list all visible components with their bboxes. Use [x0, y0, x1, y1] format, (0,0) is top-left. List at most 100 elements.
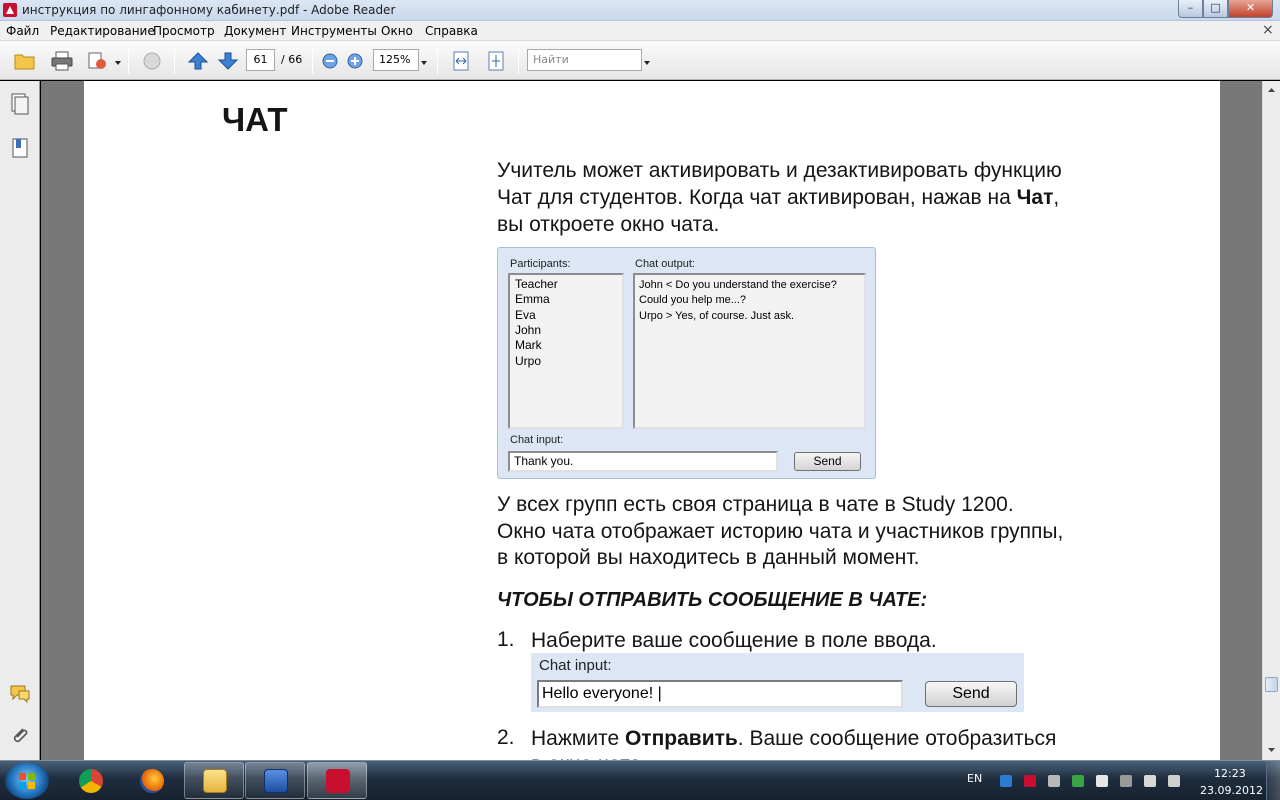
window-title: инструкция по лингафонному кабинету.pdf …: [22, 3, 396, 17]
tray-icon[interactable]: [1048, 775, 1060, 787]
chevron-down-icon[interactable]: [421, 61, 427, 65]
chat-input-field: Hello everyone! |: [537, 680, 903, 708]
menu-window[interactable]: Окно: [381, 24, 413, 38]
previous-page-icon[interactable]: [187, 51, 209, 71]
title-bar: инструкция по лингафонному кабинету.pdf …: [0, 0, 1280, 21]
pages-panel-icon[interactable]: [9, 93, 31, 115]
step-text: Наберите ваше сообщение в поле ввода.: [531, 629, 937, 652]
taskbar-chrome[interactable]: [60, 762, 120, 799]
minimize-button[interactable]: –: [1178, 0, 1203, 18]
list-item: Urpo: [515, 354, 542, 368]
send-button: Send: [794, 452, 861, 471]
tray-icon[interactable]: [1000, 775, 1012, 787]
participants-label: Participants:: [510, 258, 571, 270]
fit-width-icon[interactable]: [450, 51, 472, 71]
toolbar-separator: [312, 48, 313, 74]
chat-window-screenshot: Participants: Chat output: Teacher Emma …: [497, 247, 876, 479]
start-button[interactable]: [5, 763, 49, 799]
vertical-scrollbar[interactable]: [1262, 81, 1280, 760]
signal-icon[interactable]: [1144, 775, 1156, 787]
share-icon[interactable]: [87, 51, 109, 71]
close-button[interactable]: ✕: [1228, 0, 1273, 18]
menu-edit[interactable]: Редактирование: [50, 24, 155, 38]
chevron-down-icon[interactable]: [644, 61, 650, 65]
open-folder-icon[interactable]: [14, 51, 36, 71]
send-button: Send: [925, 681, 1017, 707]
list-item: Mark: [515, 338, 542, 352]
clock-date[interactable]: 23.09.2012: [1200, 784, 1263, 797]
scrollbar-thumb[interactable]: [1265, 677, 1278, 692]
step-number: 2.: [497, 726, 515, 749]
search-input[interactable]: Найти: [527, 49, 642, 71]
navigation-panel: [0, 81, 40, 760]
show-desktop-button[interactable]: [1266, 761, 1280, 800]
taskbar: EN 12:23 23.09.2012: [0, 760, 1280, 800]
toolbar-separator: [128, 48, 129, 74]
sign-icon[interactable]: [141, 51, 163, 71]
toolbar: 61 / 66 125% Найти: [0, 41, 1280, 80]
network-icon[interactable]: [1120, 775, 1132, 787]
document-viewport[interactable]: ЧАТ Учитель может активировать и дезакти…: [41, 81, 1262, 760]
participants-list: Teacher Emma Eva John Mark Urpo: [508, 273, 624, 429]
menu-help[interactable]: Справка: [425, 24, 478, 38]
scroll-up-icon[interactable]: [1264, 83, 1279, 98]
sub-heading: ЧТОБЫ ОТПРАВИТЬ СООБЩЕНИЕ В ЧАТЕ:: [497, 589, 928, 611]
taskbar-explorer[interactable]: [184, 762, 244, 799]
zoom-level-select[interactable]: 125%: [373, 49, 419, 71]
menu-view[interactable]: Просмотр: [153, 24, 215, 38]
attachment-icon[interactable]: [9, 725, 31, 747]
close-document-icon[interactable]: ×: [1262, 22, 1274, 38]
menu-tools[interactable]: Инструменты: [291, 24, 377, 38]
pdf-page: ЧАТ Учитель может активировать и дезакти…: [84, 81, 1220, 760]
chat-output-label: Chat output:: [635, 258, 695, 270]
chat-input-field: Thank you.: [508, 451, 778, 472]
step-text: Нажмите Отправить. Ваше сообщение отобра…: [531, 727, 1057, 750]
paragraph-line: Учитель может активировать и дезактивиро…: [497, 159, 1062, 182]
scroll-down-icon[interactable]: [1264, 742, 1279, 757]
adobe-reader-icon: [3, 3, 17, 17]
chat-message: Could you help me...?: [639, 294, 747, 306]
language-indicator[interactable]: EN: [967, 772, 982, 785]
step-text: в окне чата.: [531, 751, 647, 760]
step-number: 1.: [497, 628, 515, 651]
folder-icon: [203, 769, 227, 793]
taskbar-adobe-reader[interactable]: [307, 762, 367, 799]
comments-icon[interactable]: [9, 683, 31, 705]
toolbar-separator: [174, 48, 175, 74]
paragraph-line: У всех групп есть своя страница в чате в…: [497, 493, 1014, 516]
word-icon: [264, 769, 288, 793]
list-item: John: [515, 323, 542, 337]
print-icon[interactable]: [51, 51, 73, 71]
firefox-icon: [140, 769, 164, 793]
paragraph-line: Окно чата отображает историю чата и учас…: [497, 520, 1064, 543]
maximize-button[interactable]: □: [1203, 0, 1228, 18]
list-item: Teacher: [515, 277, 558, 291]
taskbar-firefox[interactable]: [121, 762, 181, 799]
bold-term: Отправить: [624, 727, 738, 750]
chat-input-label: Chat input:: [539, 657, 612, 674]
fit-page-icon[interactable]: [485, 51, 507, 71]
chat-message: John < Do you understand the exercise?: [639, 279, 837, 291]
zoom-in-icon[interactable]: [346, 51, 364, 71]
paragraph-line: вы откроете окно чата.: [497, 213, 720, 236]
adobe-reader-icon: [326, 769, 350, 793]
chevron-down-icon[interactable]: [115, 61, 121, 65]
page-number-input[interactable]: 61: [246, 49, 275, 71]
volume-icon[interactable]: [1168, 775, 1180, 787]
menu-file[interactable]: Файл: [6, 24, 39, 38]
tray-icon[interactable]: [1024, 775, 1036, 787]
next-page-icon[interactable]: [217, 51, 239, 71]
toolbar-separator: [437, 48, 438, 74]
chat-input-screenshot: Chat input: Hello everyone! | Send: [531, 653, 1024, 712]
paragraph-line: в которой вы находитесь в данный момент.: [497, 546, 920, 569]
menu-document[interactable]: Документ: [224, 24, 286, 38]
taskbar-word[interactable]: [245, 762, 305, 799]
zoom-out-icon[interactable]: [321, 51, 339, 71]
flag-icon[interactable]: [1096, 775, 1108, 787]
bookmarks-panel-icon[interactable]: [9, 137, 31, 159]
list-item: Emma: [515, 292, 550, 306]
tray-icon[interactable]: [1072, 775, 1084, 787]
chrome-icon: [79, 769, 103, 793]
list-item: Eva: [515, 308, 536, 322]
clock-time[interactable]: 12:23: [1214, 767, 1246, 780]
